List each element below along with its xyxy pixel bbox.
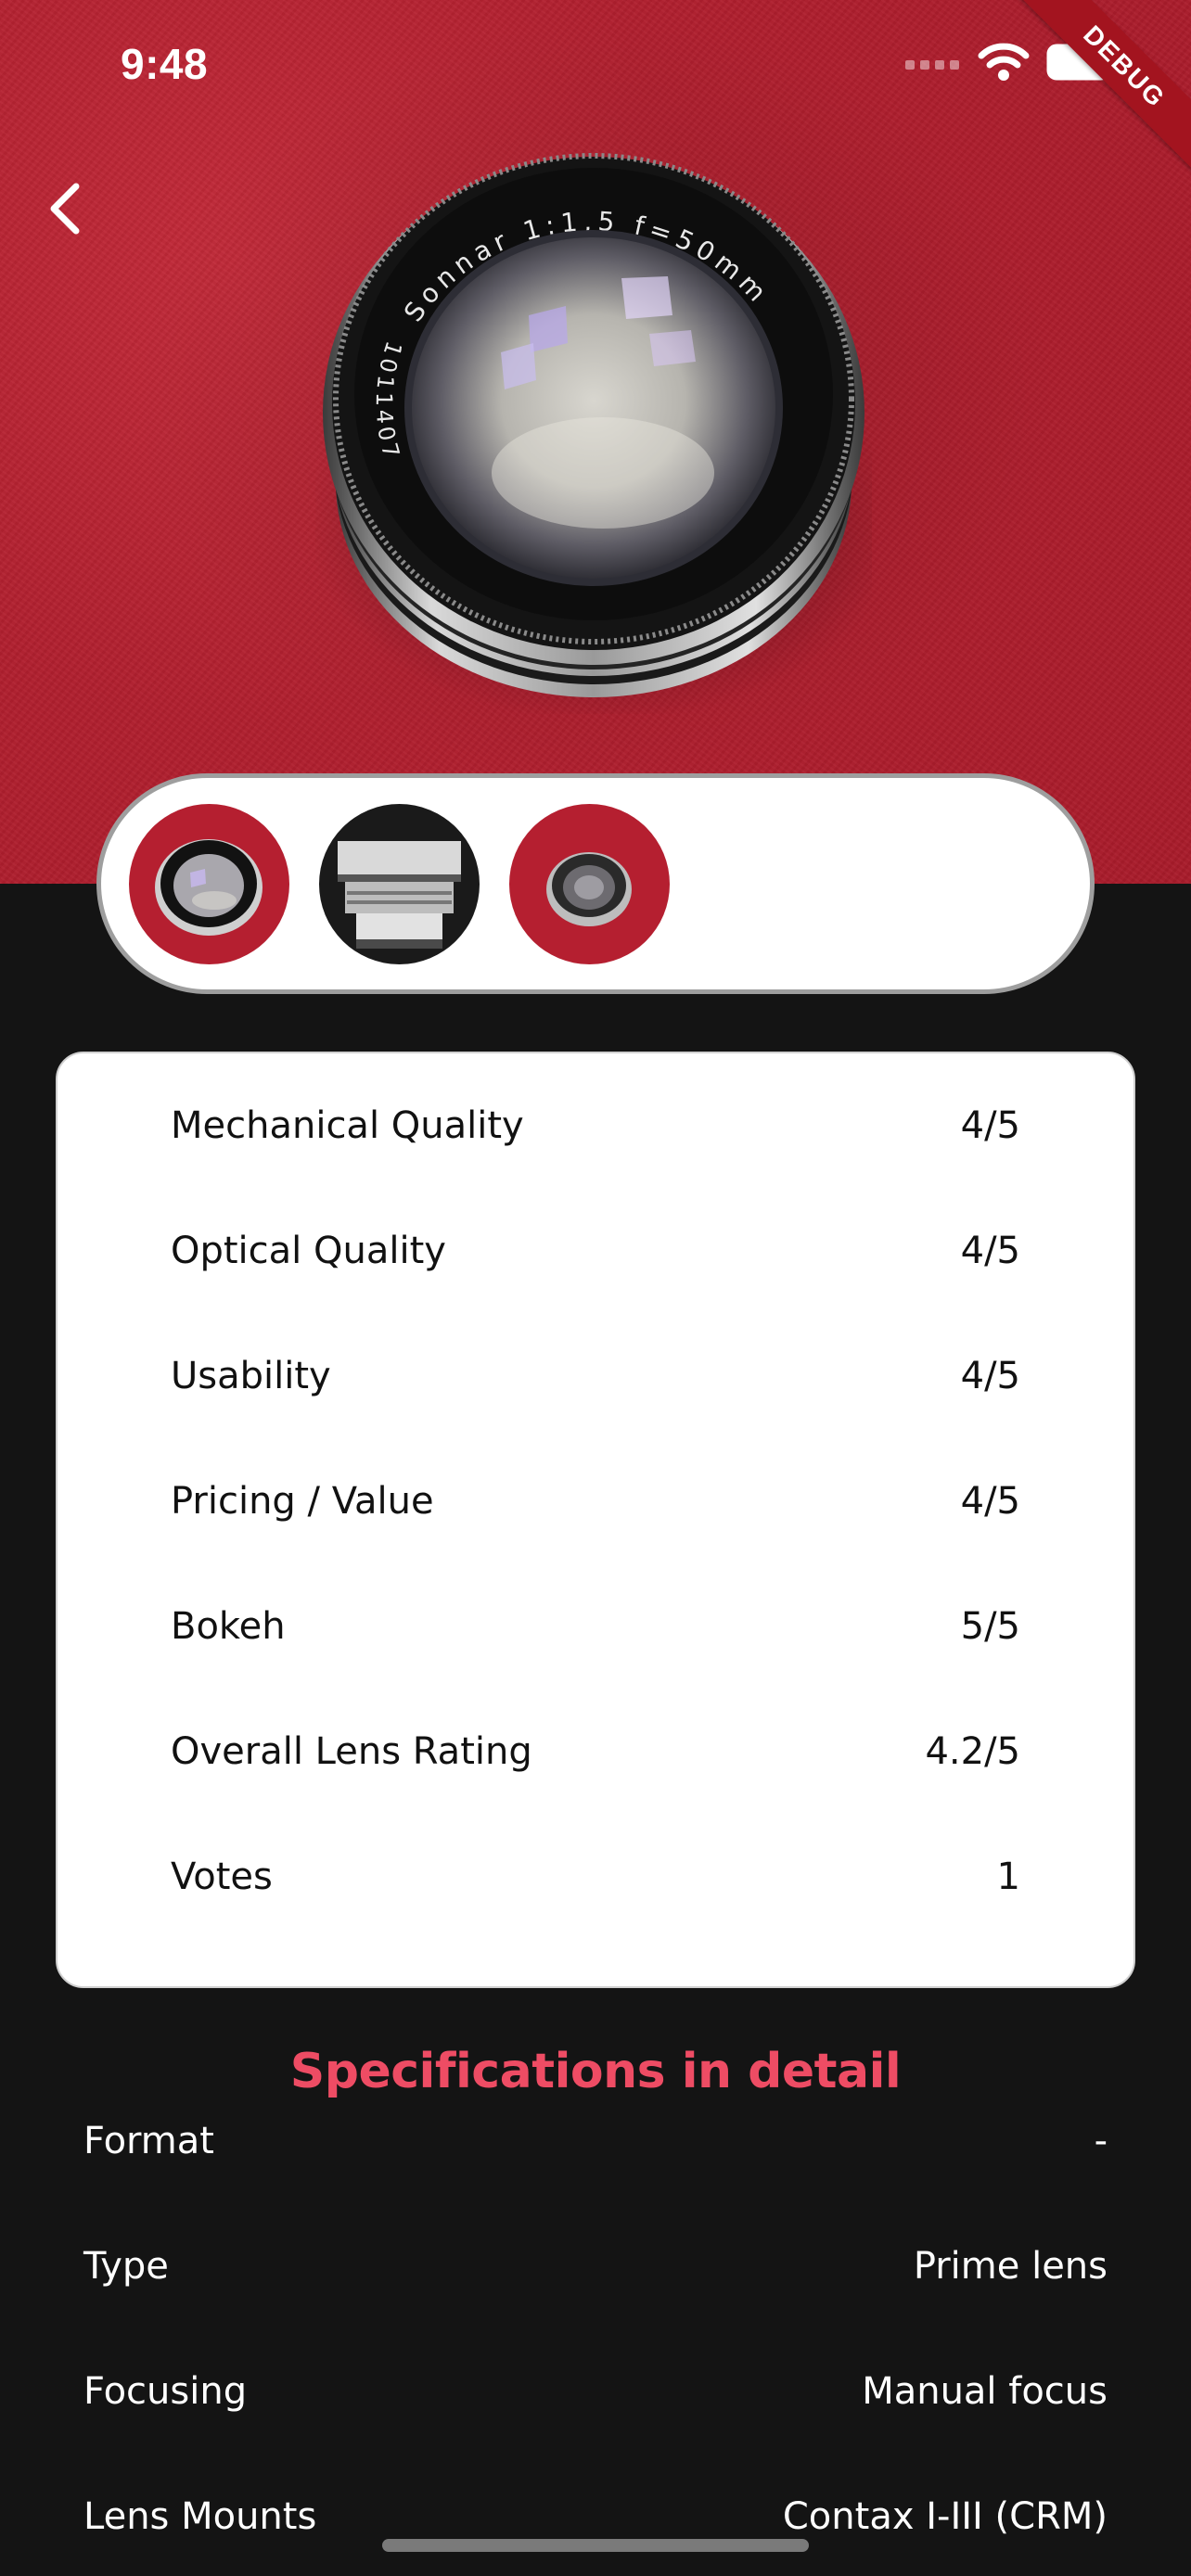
- rating-value: 1: [996, 1855, 1020, 1898]
- spec-label: Type: [83, 2245, 169, 2288]
- rating-row-votes: Votes 1: [58, 1814, 1133, 1939]
- chevron-left-icon: [50, 183, 80, 235]
- rating-row-overall: Overall Lens Rating 4.2/5: [58, 1689, 1133, 1814]
- rating-row-mechanical-quality: Mechanical Quality 4/5: [58, 1063, 1133, 1188]
- rating-label: Mechanical Quality: [171, 1103, 524, 1147]
- rating-row-optical-quality: Optical Quality 4/5: [58, 1188, 1133, 1313]
- spec-label: Format: [83, 2120, 214, 2162]
- spec-value: Contax I-III (CRM): [782, 2495, 1108, 2538]
- spec-value: Manual focus: [862, 2370, 1108, 2413]
- specs-list: Format - Type Prime lens Focusing Manual…: [83, 2120, 1108, 2576]
- spec-row-focusing: Focusing Manual focus: [83, 2370, 1108, 2495]
- status-time: 9:48: [121, 40, 209, 88]
- thumbnail-strip: [96, 773, 1095, 994]
- rating-label: Pricing / Value: [171, 1479, 434, 1523]
- spec-value: Prime lens: [913, 2245, 1108, 2288]
- thumbnail-side[interactable]: [319, 803, 480, 964]
- wifi-icon: [978, 43, 1030, 81]
- rating-label: Optical Quality: [171, 1229, 446, 1272]
- thumbnail-front[interactable]: [129, 803, 289, 964]
- rating-label: Bokeh: [171, 1604, 286, 1648]
- home-indicator[interactable]: [382, 2539, 809, 2552]
- back-button[interactable]: [37, 176, 93, 241]
- spec-row-type: Type Prime lens: [83, 2245, 1108, 2370]
- signal-icon: [905, 60, 959, 70]
- rating-label: Usability: [171, 1354, 331, 1397]
- rating-label: Votes: [171, 1855, 273, 1898]
- rating-value: 4/5: [960, 1479, 1020, 1523]
- rating-value: 5/5: [960, 1604, 1020, 1648]
- rating-value: 4/5: [960, 1229, 1020, 1272]
- rating-row-bokeh: Bokeh 5/5: [58, 1563, 1133, 1689]
- specs-title: Specifications in detail: [289, 2044, 902, 2099]
- thumbnail-rear[interactable]: [509, 803, 670, 964]
- hero-image: Sonnar 1:1,5 f=50mm 1011407 9:48 DEBUG: [0, 0, 1191, 884]
- spec-value: -: [1094, 2120, 1108, 2162]
- ratings-card: Mechanical Quality 4/5 Optical Quality 4…: [56, 1052, 1135, 1988]
- rating-row-usability: Usability 4/5: [58, 1313, 1133, 1438]
- debug-banner: DEBUG: [1008, 0, 1191, 183]
- rating-value: 4/5: [960, 1103, 1020, 1147]
- rating-value: 4/5: [960, 1354, 1020, 1397]
- spec-row-lens-mounts: Lens Mounts Contax I-III (CRM): [83, 2495, 1108, 2576]
- spec-label: Focusing: [83, 2370, 248, 2413]
- rating-label: Overall Lens Rating: [171, 1729, 532, 1773]
- rating-row-pricing-value: Pricing / Value 4/5: [58, 1438, 1133, 1563]
- lens-photo: Sonnar 1:1,5 f=50mm 1011407: [315, 153, 872, 714]
- rating-value: 4.2/5: [925, 1729, 1020, 1773]
- spec-label: Lens Mounts: [83, 2495, 317, 2538]
- spec-row-format: Format -: [83, 2120, 1108, 2245]
